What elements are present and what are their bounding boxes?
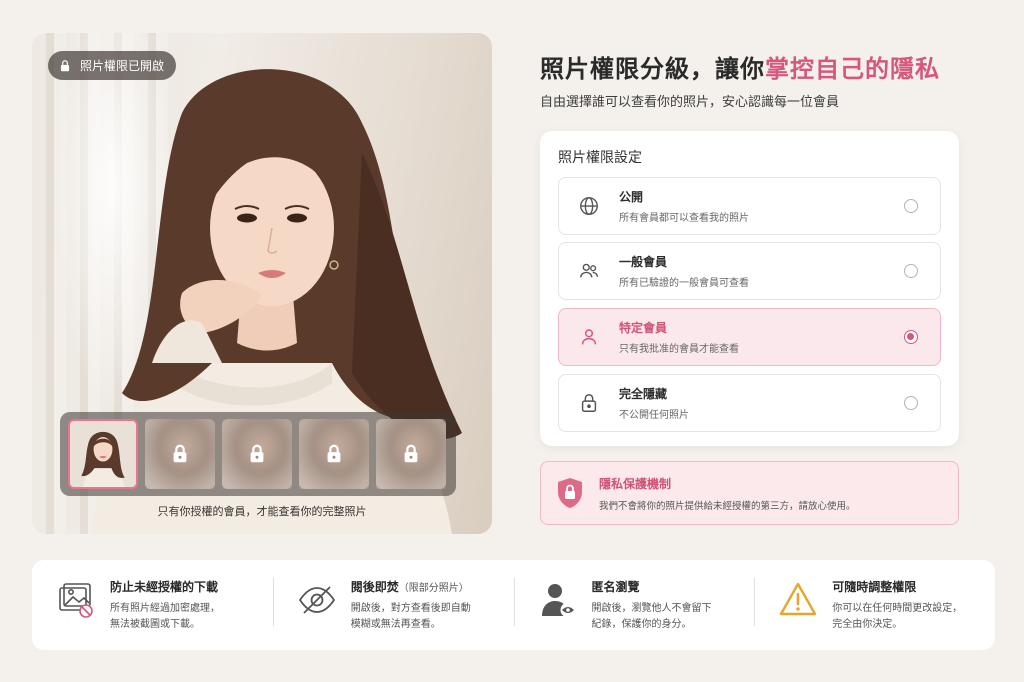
lock-icon [173,444,187,463]
thumbnail-unlocked[interactable] [68,419,138,489]
option-radio[interactable] [904,396,918,410]
option-description: 只有我批准的會員才能查看 [619,344,739,355]
profile-photo-panel: 照片權限已開啟 只有你授權的會員，才能查看你的完整照片 [32,33,492,534]
option-public[interactable]: 公開 所有會員都可以查看我的照片 [558,177,941,235]
feature-item: 防止未經授權的下載 所有照片經過加密處理， 無法被截圖或下載。 [32,578,273,632]
lock-icon [60,59,70,71]
option-radio-selected[interactable] [904,330,918,344]
thumbnail-locked[interactable] [222,419,292,489]
option-label: 一般會員 [619,255,668,269]
feature-title: 防止未經授權的下載 [110,580,219,594]
option-fully-hidden[interactable]: 完全隱藏 不公開任何照片 [558,374,941,432]
lock-icon [404,444,418,463]
users-icon [580,263,598,278]
page-title: 照片權限分級，讓你掌控自己的隱私 [540,49,940,84]
feature-item: 匿名瀏覽 開啟後，瀏覽他人不會留下 紀錄，保護你的身分。 [513,578,755,632]
page-subtitle: 自由選擇誰可以查看你的照片，安心認識每一位會員 [540,95,840,110]
option-specific-members[interactable]: 特定會員 只有我批准的會員才能查看 [558,308,941,366]
thumbnail-strip-caption: 只有你授權的會員，才能查看你的完整照片 [157,505,367,518]
option-description: 不公開任何照片 [619,410,689,421]
privacy-protection-notice: 隱私保護機制 我們不會將你的照片提供給未經授權的第三方，請放心使用。 [540,461,959,525]
feature-title: 匿名瀏覽 [591,580,640,594]
warning-icon [780,582,817,616]
lock-icon [581,394,597,412]
feature-description: 你可以在任何時間更改設定， 完全由你決定。 [832,603,963,630]
thumbnail-portrait [70,421,136,487]
thumbnail-locked[interactable] [145,419,215,489]
thumbnail-strip [60,412,456,496]
feature-title: 閱後即焚 [350,580,399,594]
lock-icon [250,444,264,463]
option-label: 完全隱藏 [619,387,668,401]
photo-permission-settings-card: 照片權限設定 公開 所有會員都可以查看我的照片 一般會員 所有已驗證的一般會員可… [540,131,959,446]
photo-permission-badge-label: 照片權限已開啟 [80,59,165,73]
privacy-title: 隱私保護機制 [599,476,672,491]
photo-permission-badge: 照片權限已開啟 [48,51,177,80]
thumbnail-locked[interactable] [376,419,446,489]
thumbnail-locked[interactable] [299,419,369,489]
option-label: 公開 [619,190,644,204]
globe-icon [580,197,598,215]
option-general-members[interactable]: 一般會員 所有已驗證的一般會員可查看 [558,242,941,300]
option-radio[interactable] [904,199,918,213]
feature-title-note: （限部分照片） [398,583,469,594]
lock-icon [327,444,341,463]
settings-title: 照片權限設定 [558,150,642,166]
no-download-image-icon [59,583,93,618]
privacy-description: 我們不會將你的照片提供給未經授權的第三方，請放心使用。 [599,500,856,512]
page-title-prefix: 照片權限分級，讓你 [540,55,765,83]
option-description: 所有會員都可以查看我的照片 [619,213,749,224]
shield-lock-icon [558,478,582,508]
option-label: 特定會員 [619,321,668,335]
feature-list: 防止未經授權的下載 所有照片經過加密處理， 無法被截圖或下載。 閱後即焚（限部分… [32,560,995,650]
page-title-accent: 掌控自己的隱私 [765,55,940,83]
feature-item: 閱後即焚（限部分照片） 開啟後，對方查看後即自動 模糊或無法再查看。 [272,578,514,632]
option-radio[interactable] [904,264,918,278]
feature-title: 可隨時調整權限 [832,580,917,594]
user-icon [581,329,597,345]
option-description: 所有已驗證的一般會員可查看 [619,278,749,289]
feature-description: 開啟後，對方查看後即自動 模糊或無法再查看。 [350,603,471,630]
feature-description: 開啟後，瀏覽他人不會留下 紀錄，保護你的身分。 [591,603,712,630]
feature-description: 所有照片經過加密處理， 無法被截圖或下載。 [110,603,220,630]
feature-item: 可隨時調整權限 你可以在任何時間更改設定， 完全由你決定。 [754,578,995,632]
eye-off-icon [298,586,335,614]
anonymous-user-icon [541,584,575,618]
